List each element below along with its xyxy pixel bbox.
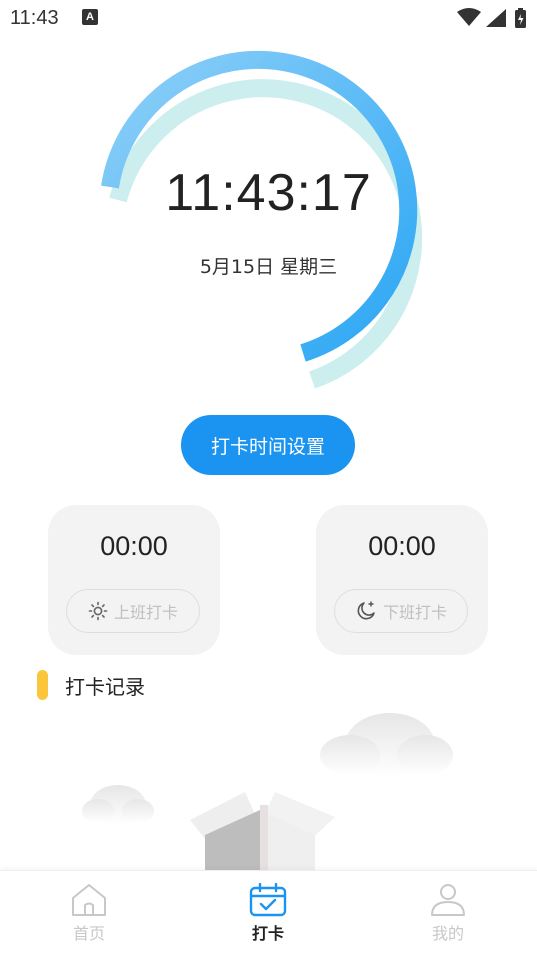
nav-item-mine[interactable]: 我的: [408, 883, 488, 947]
clock-in-time: 00:00: [100, 531, 168, 561]
open-box-icon: [190, 792, 335, 870]
clock-in-label: 上班打卡: [113, 603, 178, 622]
ring-shadow-arc: [109, 79, 423, 389]
nav-label-mine: 我的: [431, 924, 464, 943]
clock-out-time: 00:00: [368, 531, 436, 561]
signal-icon: [486, 9, 506, 27]
cloud-icon-right: [320, 713, 453, 777]
clock-date: 5月15日 星期三: [199, 256, 338, 278]
moon-icon: [357, 601, 375, 620]
records-header: 打卡记录: [37, 670, 145, 700]
status-bar: 11:43 A: [0, 0, 537, 36]
nav-label-checkin: 打卡: [251, 924, 284, 943]
nav-item-checkin[interactable]: 打卡: [228, 883, 308, 947]
sun-icon: [88, 601, 108, 621]
nav-label-home: 首页: [72, 924, 105, 943]
home-icon: [72, 884, 106, 916]
wifi-icon: [457, 8, 481, 26]
clock-in-card: 00:00 上班打卡: [48, 505, 220, 655]
records-title: 打卡记录: [65, 674, 145, 699]
clock-out-card: 00:00 下班打卡: [316, 505, 488, 655]
records-marker: [37, 670, 48, 700]
clock-out-button[interactable]: 下班打卡: [334, 589, 468, 633]
empty-state-illustration: [82, 713, 453, 870]
notification-a-icon: A: [82, 9, 98, 25]
calendar-check-icon: [249, 883, 287, 917]
cloud-icon-left: [82, 785, 154, 825]
nav-item-home[interactable]: 首页: [49, 883, 129, 947]
punch-time-settings-button[interactable]: 打卡时间设置: [181, 415, 355, 475]
clock-time: 11:43:17: [165, 164, 372, 222]
battery-charging-icon: [515, 8, 526, 28]
clock-in-button[interactable]: 上班打卡: [66, 589, 200, 633]
clock-out-label: 下班打卡: [382, 603, 447, 622]
user-icon: [431, 884, 465, 916]
status-icons: [457, 8, 526, 28]
status-time: 11:43: [10, 7, 59, 29]
bottom-navigation: 首页 打卡 我的: [0, 870, 537, 956]
